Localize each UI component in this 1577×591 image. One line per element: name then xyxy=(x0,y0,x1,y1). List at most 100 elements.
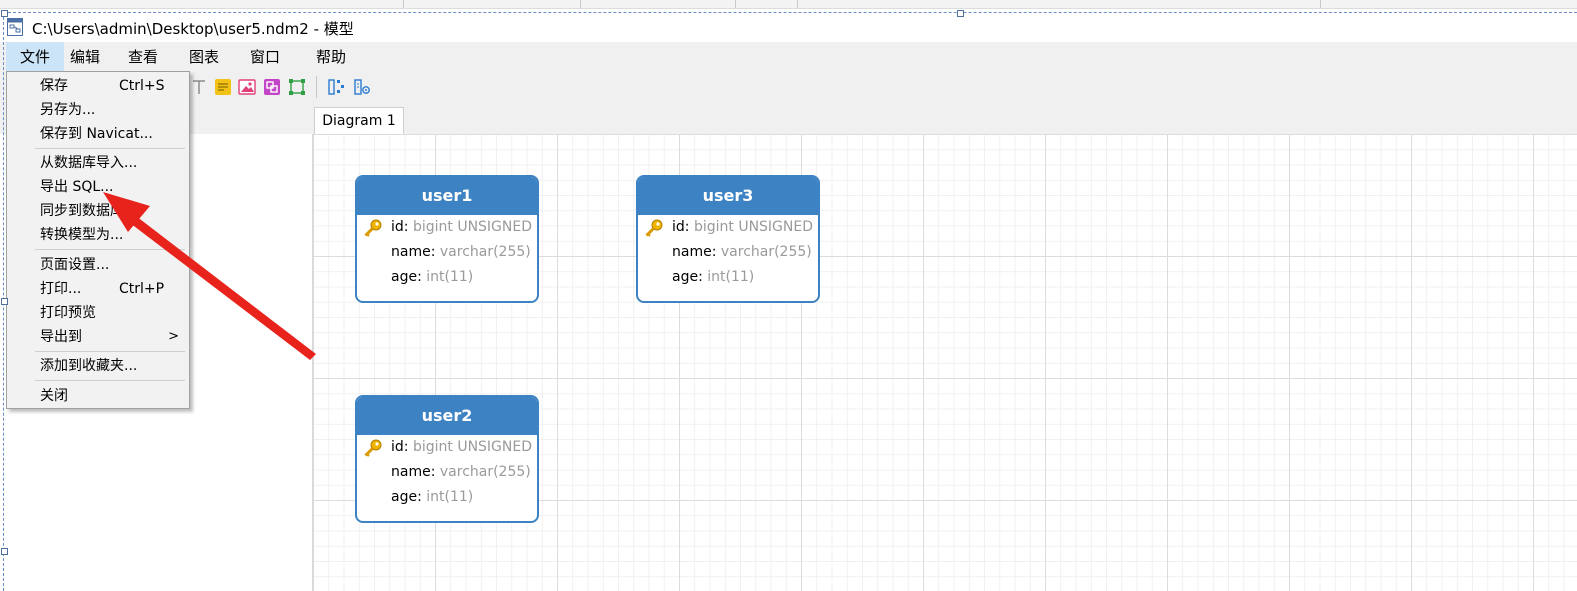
menu-item-label: 同步到数据库... xyxy=(40,203,138,219)
menu-item-label: 保存 xyxy=(40,78,68,94)
field-row[interactable]: age: int(11) xyxy=(357,485,537,510)
menu-item-label: 页面设置... xyxy=(40,257,110,273)
image-icon[interactable] xyxy=(238,78,256,96)
field-row[interactable]: name: varchar(255) xyxy=(357,460,537,485)
tab-diagram-1[interactable]: Diagram 1 xyxy=(314,107,404,136)
field-name: id xyxy=(391,439,404,455)
menu-item-label: 添加到收藏夹... xyxy=(40,358,138,374)
menu-item-shortcut: Ctrl+S xyxy=(119,78,165,94)
menu-item-print[interactable]: 打印... Ctrl+P xyxy=(7,277,189,301)
entity-title: user1 xyxy=(357,177,537,215)
primary-key-icon xyxy=(645,219,663,237)
field-name: name xyxy=(391,464,431,480)
field-type: varchar(255) xyxy=(439,244,531,260)
field-type: varchar(255) xyxy=(720,244,812,260)
field-type: varchar(255) xyxy=(439,464,531,480)
field-row[interactable]: name: varchar(255) xyxy=(357,240,537,265)
resize-handle[interactable] xyxy=(1,548,8,555)
strip-divider xyxy=(1320,0,1321,8)
entity-card-user1[interactable]: user1 id: bigint UNSIGNED name: varchar(… xyxy=(355,175,539,303)
toolbar xyxy=(0,72,1577,102)
menu-item-save-to-navicat[interactable]: 保存到 Navicat... xyxy=(7,122,189,146)
toolbar-separator xyxy=(316,76,317,98)
field-row[interactable]: age: int(11) xyxy=(357,265,537,290)
auto-layout-icon[interactable] xyxy=(328,78,346,96)
field-type: bigint UNSIGNED xyxy=(412,439,533,455)
menu-item-label: 另存为... xyxy=(40,102,96,118)
menu-item-label: 打印预览 xyxy=(40,305,96,321)
entity-title: user2 xyxy=(357,397,537,435)
menu-item-add-favorite[interactable]: 添加到收藏夹... xyxy=(7,354,189,378)
tab-bar: Diagram 1 xyxy=(0,102,1577,136)
menu-item-page-setup[interactable]: 页面设置... xyxy=(7,253,189,277)
window-title: C:\Users\admin\Desktop\user5.ndm2 - 模型 xyxy=(32,20,354,38)
strip-divider xyxy=(580,0,581,8)
selection-border xyxy=(3,12,1577,13)
field-name: name xyxy=(391,244,431,260)
menu-item-import-from-db[interactable]: 从数据库导入... xyxy=(7,151,189,175)
menu-view[interactable]: 查看 xyxy=(120,42,166,72)
primary-key-icon xyxy=(364,439,382,457)
field-row[interactable]: id: bigint UNSIGNED xyxy=(357,215,537,240)
menu-item-label: 保存到 Navicat... xyxy=(40,126,153,142)
field-row[interactable]: id: bigint UNSIGNED xyxy=(357,435,537,460)
field-type: bigint UNSIGNED xyxy=(412,219,533,235)
entity-title: user3 xyxy=(638,177,818,215)
menu-separator xyxy=(35,249,185,250)
text-tool-icon[interactable] xyxy=(190,78,208,96)
shape-icon[interactable] xyxy=(263,78,281,96)
menu-item-label: 转换模型为... xyxy=(40,227,124,243)
resize-handle[interactable] xyxy=(1,10,8,17)
strip-divider xyxy=(403,0,404,8)
menu-item-save[interactable]: 保存 Ctrl+S xyxy=(7,74,189,98)
field-name: age xyxy=(672,269,699,285)
field-type: int(11) xyxy=(707,269,755,285)
field-row[interactable]: age: int(11) xyxy=(638,265,818,290)
entity-card-user2[interactable]: user2 id: bigint UNSIGNED name: varchar(… xyxy=(355,395,539,523)
align-icon[interactable] xyxy=(353,78,371,96)
menu-item-label: 导出 SQL... xyxy=(40,179,114,195)
layer-icon[interactable] xyxy=(288,78,306,96)
submenu-arrow-icon: > xyxy=(168,329,179,344)
menu-separator xyxy=(35,380,185,381)
field-name: id xyxy=(391,219,404,235)
field-type: int(11) xyxy=(426,269,474,285)
field-name: age xyxy=(391,489,418,505)
field-row[interactable]: name: varchar(255) xyxy=(638,240,818,265)
menu-diagram[interactable]: 图表 xyxy=(181,42,227,72)
menu-item-print-preview[interactable]: 打印预览 xyxy=(7,301,189,325)
menu-item-close[interactable]: 关闭 xyxy=(7,384,189,408)
resize-handle[interactable] xyxy=(957,10,964,17)
diagram-canvas[interactable]: user1 id: bigint UNSIGNED name: varchar(… xyxy=(313,134,1577,591)
menu-item-label: 导出到 xyxy=(40,329,82,345)
menu-item-label: 关闭 xyxy=(40,388,68,404)
note-icon[interactable] xyxy=(214,78,232,96)
menu-item-export-sql[interactable]: 导出 SQL... xyxy=(7,175,189,199)
menu-file[interactable]: 文件 xyxy=(6,42,64,72)
field-type: bigint UNSIGNED xyxy=(693,219,814,235)
entity-card-user3[interactable]: user3 id: bigint UNSIGNED name: varchar(… xyxy=(636,175,820,303)
menu-bar: 文件 编辑 查看 图表 窗口 帮助 xyxy=(0,42,1577,72)
model-file-icon xyxy=(7,18,23,36)
resize-handle[interactable] xyxy=(1,298,8,305)
menu-item-save-as[interactable]: 另存为... xyxy=(7,98,189,122)
field-name: id xyxy=(672,219,685,235)
top-strip xyxy=(0,0,1577,9)
field-name: age xyxy=(391,269,418,285)
file-menu-dropdown: 保存 Ctrl+S 另存为... 保存到 Navicat... 从数据库导入..… xyxy=(6,71,190,409)
menu-item-convert-model[interactable]: 转换模型为... xyxy=(7,223,189,247)
menu-separator xyxy=(35,351,185,352)
menu-item-label: 打印... xyxy=(40,281,82,297)
menu-item-shortcut: Ctrl+P xyxy=(119,281,165,297)
title-bar: C:\Users\admin\Desktop\user5.ndm2 - 模型 xyxy=(0,12,1577,42)
menu-help[interactable]: 帮助 xyxy=(308,42,354,72)
strip-divider xyxy=(797,0,798,8)
field-name: name xyxy=(672,244,712,260)
primary-key-icon xyxy=(364,219,382,237)
menu-item-export-to[interactable]: 导出到 > xyxy=(7,325,189,349)
menu-edit[interactable]: 编辑 xyxy=(62,42,108,72)
menu-item-sync-to-db[interactable]: 同步到数据库... xyxy=(7,199,189,223)
menu-separator xyxy=(35,148,185,149)
field-row[interactable]: id: bigint UNSIGNED xyxy=(638,215,818,240)
menu-window[interactable]: 窗口 xyxy=(242,42,288,72)
